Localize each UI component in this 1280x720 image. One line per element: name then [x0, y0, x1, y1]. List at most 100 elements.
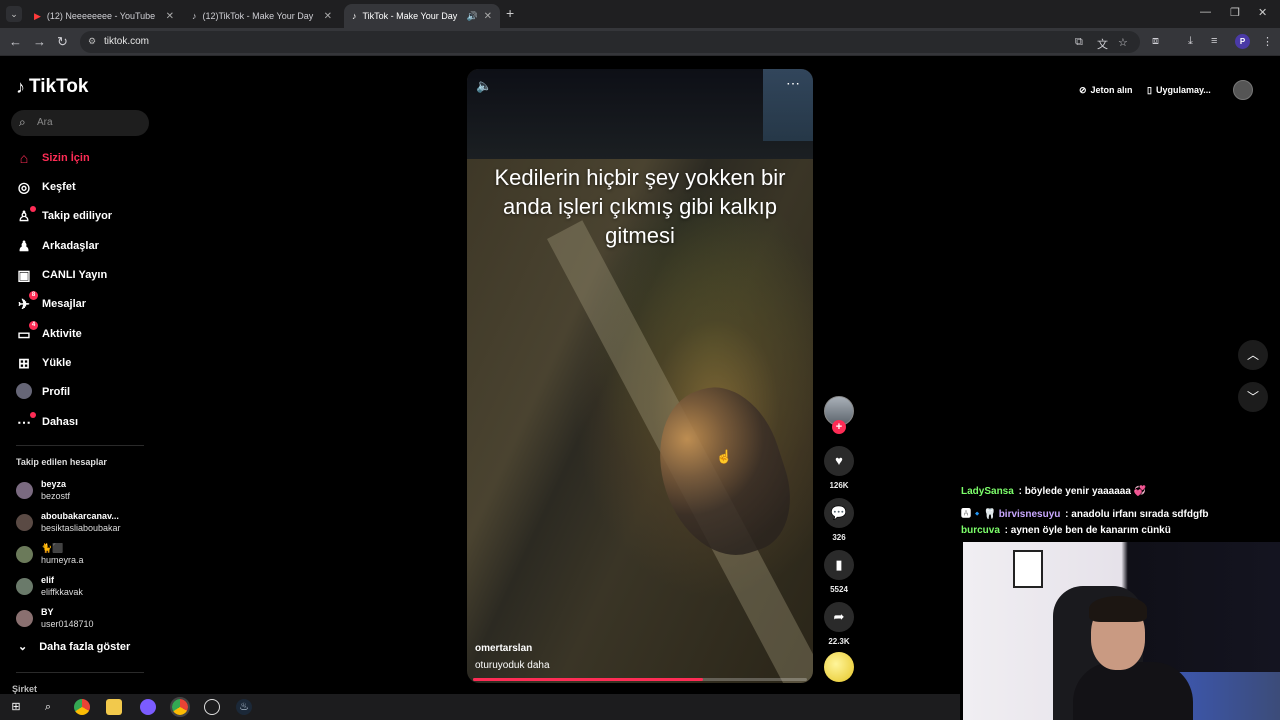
- follow-plus-button[interactable]: +: [832, 420, 846, 434]
- get-coins-label: Jeton alın: [1090, 85, 1133, 95]
- minimize-button[interactable]: —: [1200, 6, 1211, 18]
- sidebar-item-explore[interactable]: ◎ Keşfet: [16, 176, 76, 198]
- get-coins-button[interactable]: ⊘ Jeton alın: [1079, 80, 1133, 100]
- logo-text: TikTok: [29, 76, 89, 97]
- search-input[interactable]: ⌕ Ara: [11, 110, 149, 136]
- tab-youtube[interactable]: ▶ (12) Neeeeeeee - YouTube ✕: [26, 4, 182, 28]
- file-explorer-icon[interactable]: [106, 699, 122, 715]
- sidebar-item-upload[interactable]: ⊞ Yükle: [16, 352, 71, 374]
- sidebar-item-label: Profil: [42, 386, 71, 398]
- video-author[interactable]: omertarslan: [475, 643, 532, 654]
- webcam-overlay: [963, 542, 1280, 720]
- steam-icon[interactable]: ♨: [236, 699, 252, 715]
- account-name: elif: [41, 575, 55, 585]
- sidebar-item-messages[interactable]: ✈ 8 Mesajlar: [16, 290, 86, 315]
- previous-video-button[interactable]: ︿: [1238, 340, 1268, 370]
- followed-account[interactable]: elif eliffkkavak: [16, 574, 83, 598]
- video-progress-bar[interactable]: [473, 678, 807, 681]
- reload-button[interactable]: ↻: [57, 34, 68, 50]
- tab-title: TikTok - Make Your Day: [362, 11, 458, 21]
- share-icon: ➦: [833, 609, 845, 624]
- chrome-icon[interactable]: [74, 699, 90, 715]
- wall-poster: [1013, 550, 1043, 588]
- get-app-button[interactable]: ▯ Uygulamay...: [1147, 80, 1211, 100]
- chrome-active-icon[interactable]: [170, 697, 190, 717]
- live-icon: ▣: [17, 266, 31, 283]
- followed-account[interactable]: aboubakarcanav... besiktasliaboubakar: [16, 510, 121, 534]
- streamer-body: [1073, 662, 1193, 720]
- account-name: aboubakarcanav...: [41, 511, 119, 521]
- comment-icon: 💬: [830, 505, 848, 520]
- avatar: [16, 545, 33, 563]
- video-description: oturuyoduk daha: [475, 660, 550, 671]
- next-video-button[interactable]: ﹀: [1238, 382, 1268, 412]
- install-icon[interactable]: ⧉: [1075, 36, 1083, 49]
- show-more-button[interactable]: ⌄ Daha fazla göster: [18, 640, 130, 654]
- new-tab-button[interactable]: +: [506, 5, 514, 21]
- chat-username: burcuva: [961, 525, 1000, 536]
- phone-icon: ▯: [1147, 84, 1152, 95]
- close-icon[interactable]: ✕: [324, 11, 332, 22]
- star-icon[interactable]: ☆: [1118, 36, 1128, 49]
- close-icon[interactable]: ✕: [166, 11, 174, 22]
- avatar: [16, 513, 33, 531]
- tab-tiktok-1[interactable]: ♪ (12)TikTok - Make Your Day ✕: [184, 4, 340, 28]
- address-bar[interactable]: ⚙ tiktok.com ⧉ 文 ☆: [80, 31, 1140, 53]
- download-icon[interactable]: ⤓: [1188, 35, 1193, 48]
- chat-message: 🅰🔹🦷 birvisnesuyu : anadolu irfanı sırada…: [961, 505, 1209, 520]
- company-section-title[interactable]: Şirket: [12, 684, 37, 694]
- close-icon[interactable]: ✕: [484, 11, 492, 22]
- sidebar-item-profile[interactable]: Profil: [16, 381, 70, 403]
- account-username: user0148710: [41, 619, 94, 629]
- youtube-icon: ▶: [34, 10, 41, 21]
- avatar[interactable]: [1233, 80, 1253, 100]
- chat-message: LadySansa : böylede yenir yaaaaaa 💞: [961, 486, 1146, 497]
- followed-account[interactable]: beyza bezostf: [16, 478, 70, 502]
- sidebar-item-label: Yükle: [42, 357, 72, 369]
- tab-tiktok-active[interactable]: ♪ TikTok - Make Your Day 🔊 ✕: [344, 4, 500, 28]
- comment-count: 326: [832, 533, 846, 542]
- forward-button[interactable]: →: [33, 34, 46, 49]
- sidebar-item-live[interactable]: ▣ CANLI Yayın: [16, 264, 107, 286]
- account-username: besiktasliaboubakar: [41, 523, 121, 533]
- extensions-icon[interactable]: ⧈: [1152, 35, 1159, 48]
- followed-account[interactable]: BY user0148710: [16, 606, 94, 630]
- speaker-icon[interactable]: 🔊: [467, 11, 478, 22]
- playlist-icon[interactable]: ≡: [1211, 35, 1217, 47]
- back-button[interactable]: ←: [9, 34, 22, 49]
- tab-search-button[interactable]: ⌄: [6, 6, 22, 22]
- share-button[interactable]: ➦: [824, 602, 854, 632]
- sidebar-item-following[interactable]: ♙ Takip ediliyor: [16, 205, 112, 227]
- music-disc-icon[interactable]: [824, 652, 854, 682]
- close-window-button[interactable]: ✕: [1258, 6, 1267, 19]
- tiktok-icon: ♪: [192, 11, 197, 21]
- sidebar-item-activity[interactable]: ▭ 4 Aktivite: [16, 320, 82, 345]
- chevron-down-icon: ⌄: [18, 641, 28, 653]
- sidebar-item-label: Aktivite: [42, 328, 82, 340]
- sidebar-item-label: Keşfet: [42, 181, 76, 193]
- like-button[interactable]: ♥: [824, 446, 854, 476]
- chevron-up-icon: ︿: [1246, 348, 1259, 362]
- save-button[interactable]: ▮: [824, 550, 854, 580]
- chat-message: burcuva : aynen öyle ben de kanarım cünk…: [961, 525, 1171, 536]
- video-player[interactable]: Kedilerin hiçbir şey yokken bir anda işl…: [467, 69, 813, 683]
- comment-button[interactable]: 💬: [824, 498, 854, 528]
- notification-dot: [30, 411, 36, 418]
- followed-account[interactable]: 🐈⬛ humeyra.a: [16, 542, 84, 566]
- profile-avatar[interactable]: P: [1235, 34, 1250, 49]
- tiktok-logo[interactable]: ♪ TikTok: [16, 76, 88, 98]
- sidebar-item-for-you[interactable]: ⌂ Sizin İçin: [16, 147, 90, 169]
- more-options-icon[interactable]: ⋯: [786, 75, 801, 92]
- search-icon[interactable]: ⌕: [40, 699, 56, 715]
- volume-icon[interactable]: 🔈: [476, 78, 492, 94]
- windows-start-icon[interactable]: ⊞: [8, 699, 24, 715]
- site-info-icon[interactable]: ⚙: [88, 36, 96, 47]
- discord-icon[interactable]: [140, 699, 156, 715]
- coin-icon: ⊘: [1079, 84, 1087, 95]
- translate-icon[interactable]: 文: [1097, 36, 1108, 52]
- app-icon[interactable]: [204, 699, 220, 715]
- sidebar-item-more[interactable]: ⋯ Dahası: [16, 411, 78, 433]
- kebab-menu-icon[interactable]: ⋮: [1262, 35, 1273, 48]
- sidebar-item-friends[interactable]: ♟ Arkadaşlar: [16, 235, 99, 257]
- restore-button[interactable]: ❐: [1230, 6, 1240, 19]
